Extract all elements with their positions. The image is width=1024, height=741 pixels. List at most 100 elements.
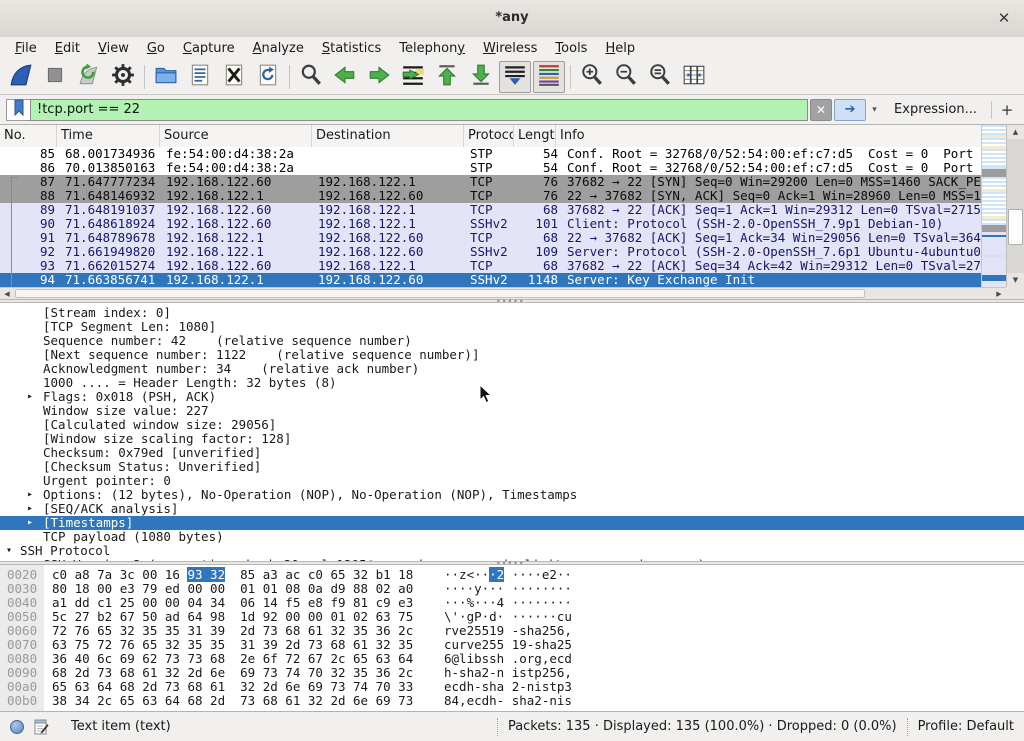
reload-file-button[interactable]	[252, 61, 284, 93]
capture-options-button[interactable]	[107, 61, 139, 93]
profile-status[interactable]: Profile: Default	[907, 718, 1024, 736]
menu-go[interactable]: Go	[138, 39, 174, 58]
scroll-left-icon[interactable]: ◀	[0, 288, 14, 299]
detail-line[interactable]: [TCP Segment Len: 1080]	[0, 320, 1024, 334]
find-packet-button[interactable]	[295, 61, 327, 93]
detail-line-options[interactable]: ▸Options: (12 bytes), No-Operation (NOP)…	[0, 488, 1024, 502]
detail-line-timestamps-selected[interactable]: ▸[Timestamps]	[0, 516, 1024, 530]
column-header-destination[interactable]: Destination	[312, 125, 464, 147]
scrollbar-thumb[interactable]	[1008, 209, 1023, 245]
menu-view[interactable]: View	[89, 39, 138, 58]
column-header-length[interactable]: Length	[514, 125, 556, 147]
restart-capture-button[interactable]	[73, 61, 105, 93]
detail-line[interactable]: Urgent pointer: 0	[0, 474, 1024, 488]
detail-line[interactable]: Checksum: 0x79ed [unverified]	[0, 446, 1024, 460]
column-header-no[interactable]: No.	[0, 125, 57, 147]
stop-capture-button[interactable]	[39, 61, 71, 93]
hex-row[interactable]: 003080 18 00 e3 79 ed 00 00 01 01 08 0a …	[0, 582, 1024, 596]
detail-line[interactable]: [Next sequence number: 1122 (relative se…	[0, 348, 1024, 362]
mouse-cursor	[479, 384, 493, 408]
open-file-button[interactable]	[150, 61, 182, 93]
close-icon[interactable]: ✕	[994, 8, 1014, 28]
packet-row-93[interactable]: 9371.662015274192.168.122.60192.168.122.…	[0, 259, 981, 273]
menu-tools[interactable]: Tools	[546, 39, 596, 58]
menu-telephony[interactable]: Telephony	[390, 39, 474, 58]
start-capture-button[interactable]	[5, 61, 37, 93]
capture-comment-icon[interactable]	[33, 719, 49, 735]
zoom-out-button[interactable]	[610, 61, 642, 93]
auto-scroll-button[interactable]	[499, 61, 531, 93]
column-header-protocol[interactable]: Protocol	[464, 125, 514, 147]
menu-analyze[interactable]: Analyze	[244, 39, 313, 58]
hex-row[interactable]: 0040a1 dd c1 25 00 00 04 34 06 14 f5 e8 …	[0, 596, 1024, 610]
toolbar-separator	[570, 65, 571, 89]
packet-row-90[interactable]: 9071.648618924192.168.122.60192.168.122.…	[0, 217, 981, 231]
save-file-button[interactable]	[184, 61, 216, 93]
detail-line[interactable]: 1000 .... = Header Length: 32 bytes (8)	[0, 376, 1024, 390]
detail-line-seq-ack[interactable]: ▸[SEQ/ACK analysis]	[0, 502, 1024, 516]
hex-row[interactable]: 008036 40 6c 69 62 73 73 68 2e 6f 72 67 …	[0, 652, 1024, 666]
filter-history-dropdown-icon[interactable]: ▾	[867, 100, 882, 120]
display-filter-input[interactable]	[30, 99, 808, 121]
colorize-button[interactable]	[533, 61, 565, 93]
go-to-packet-button[interactable]	[397, 61, 429, 93]
hex-row[interactable]: 00505c 27 b2 67 50 ad 64 98 1d 92 00 00 …	[0, 610, 1024, 624]
scroll-down-icon[interactable]: ▼	[1007, 273, 1024, 287]
go-back-button[interactable]	[329, 61, 361, 93]
hex-row[interactable]: 0020c0 a8 7a 3c 00 16 93 32 85 a3 ac c0 …	[0, 568, 1024, 582]
detail-line-ssh-protocol[interactable]: ▾SSH Protocol	[0, 544, 1024, 558]
column-header-source[interactable]: Source	[160, 125, 312, 147]
go-forward-button[interactable]	[363, 61, 395, 93]
resize-columns-button[interactable]	[678, 61, 710, 93]
expert-info-icon[interactable]	[10, 720, 24, 734]
detail-line[interactable]: [Stream index: 0]	[0, 306, 1024, 320]
filter-bookmark-button[interactable]	[6, 99, 30, 121]
menu-file[interactable]: File	[6, 39, 46, 58]
scroll-right-icon[interactable]: ▶	[992, 288, 1006, 299]
column-header-time[interactable]: Time	[57, 125, 160, 147]
detail-line[interactable]: [Window size scaling factor: 128]	[0, 432, 1024, 446]
reload-icon	[256, 63, 280, 91]
menu-edit[interactable]: Edit	[46, 39, 89, 58]
detail-line[interactable]: [Calculated window size: 29056]	[0, 418, 1024, 432]
packet-row-86[interactable]: 8670.013850163fe:54:00:d4:38:2aSTP54Conf…	[0, 161, 981, 175]
column-header-info[interactable]: Info	[556, 125, 981, 147]
add-filter-button[interactable]: +	[996, 99, 1018, 121]
scroll-up-icon[interactable]: ▲	[1007, 125, 1024, 139]
detail-line[interactable]: Window size value: 227	[0, 404, 1024, 418]
packet-minimap[interactable]	[981, 125, 1006, 287]
menu-help[interactable]: Help	[596, 39, 644, 58]
hex-row[interactable]: 007063 75 72 76 65 32 35 35 31 39 2d 73 …	[0, 638, 1024, 652]
hscrollbar-thumb[interactable]	[15, 289, 865, 298]
toolbar-separator	[289, 65, 290, 89]
menu-capture[interactable]: Capture	[174, 39, 244, 58]
packet-row-87[interactable]: 8771.647777234192.168.122.60192.168.122.…	[0, 175, 981, 189]
packet-row-89[interactable]: 8971.648191037192.168.122.60192.168.122.…	[0, 203, 981, 217]
packet-row-91[interactable]: 9171.648789678192.168.122.1192.168.122.6…	[0, 231, 981, 245]
expression-button[interactable]: Expression...	[894, 102, 977, 117]
hex-row[interactable]: 00a065 63 64 68 2d 73 68 61 32 2d 6e 69 …	[0, 680, 1024, 694]
filter-clear-icon[interactable]: ✕	[810, 99, 832, 121]
hex-dump-pane: 0020c0 a8 7a 3c 00 16 93 32 85 a3 ac c0 …	[0, 565, 1024, 711]
vertical-scrollbar[interactable]: ▲ ▼	[1006, 125, 1024, 287]
packet-row-85[interactable]: 8568.001734936fe:54:00:d4:38:2aSTP54Conf…	[0, 147, 981, 161]
close-file-button[interactable]	[218, 61, 250, 93]
packet-row-92[interactable]: 9271.661949820192.168.122.1192.168.122.6…	[0, 245, 981, 259]
hex-row[interactable]: 006072 76 65 32 35 35 31 39 2d 73 68 61 …	[0, 624, 1024, 638]
packet-row-94-selected[interactable]: 9471.663856741192.168.122.1192.168.122.6…	[0, 273, 981, 287]
filter-apply-icon[interactable]: ➔	[834, 99, 866, 121]
menu-wireless[interactable]: Wireless	[474, 39, 546, 58]
zoom-in-button[interactable]	[576, 61, 608, 93]
detail-line[interactable]: [Checksum Status: Unverified]	[0, 460, 1024, 474]
detail-line[interactable]: Acknowledgment number: 34 (relative ack …	[0, 362, 1024, 376]
hex-row[interactable]: 009068 2d 73 68 61 32 2d 6e 69 73 74 70 …	[0, 666, 1024, 680]
go-to-top-button[interactable]	[431, 61, 463, 93]
detail-line[interactable]: TCP payload (1080 bytes)	[0, 530, 1024, 544]
menu-statistics[interactable]: Statistics	[313, 39, 390, 58]
zoom-100-button[interactable]	[644, 61, 676, 93]
packet-row-88[interactable]: 8871.648146932192.168.122.1192.168.122.6…	[0, 189, 981, 203]
hex-row[interactable]: 00b038 34 2c 65 63 64 68 2d 73 68 61 32 …	[0, 694, 1024, 708]
detail-line-flags[interactable]: ▸Flags: 0x018 (PSH, ACK)	[0, 390, 1024, 404]
go-to-bottom-button[interactable]	[465, 61, 497, 93]
detail-line[interactable]: Sequence number: 42 (relative sequence n…	[0, 334, 1024, 348]
